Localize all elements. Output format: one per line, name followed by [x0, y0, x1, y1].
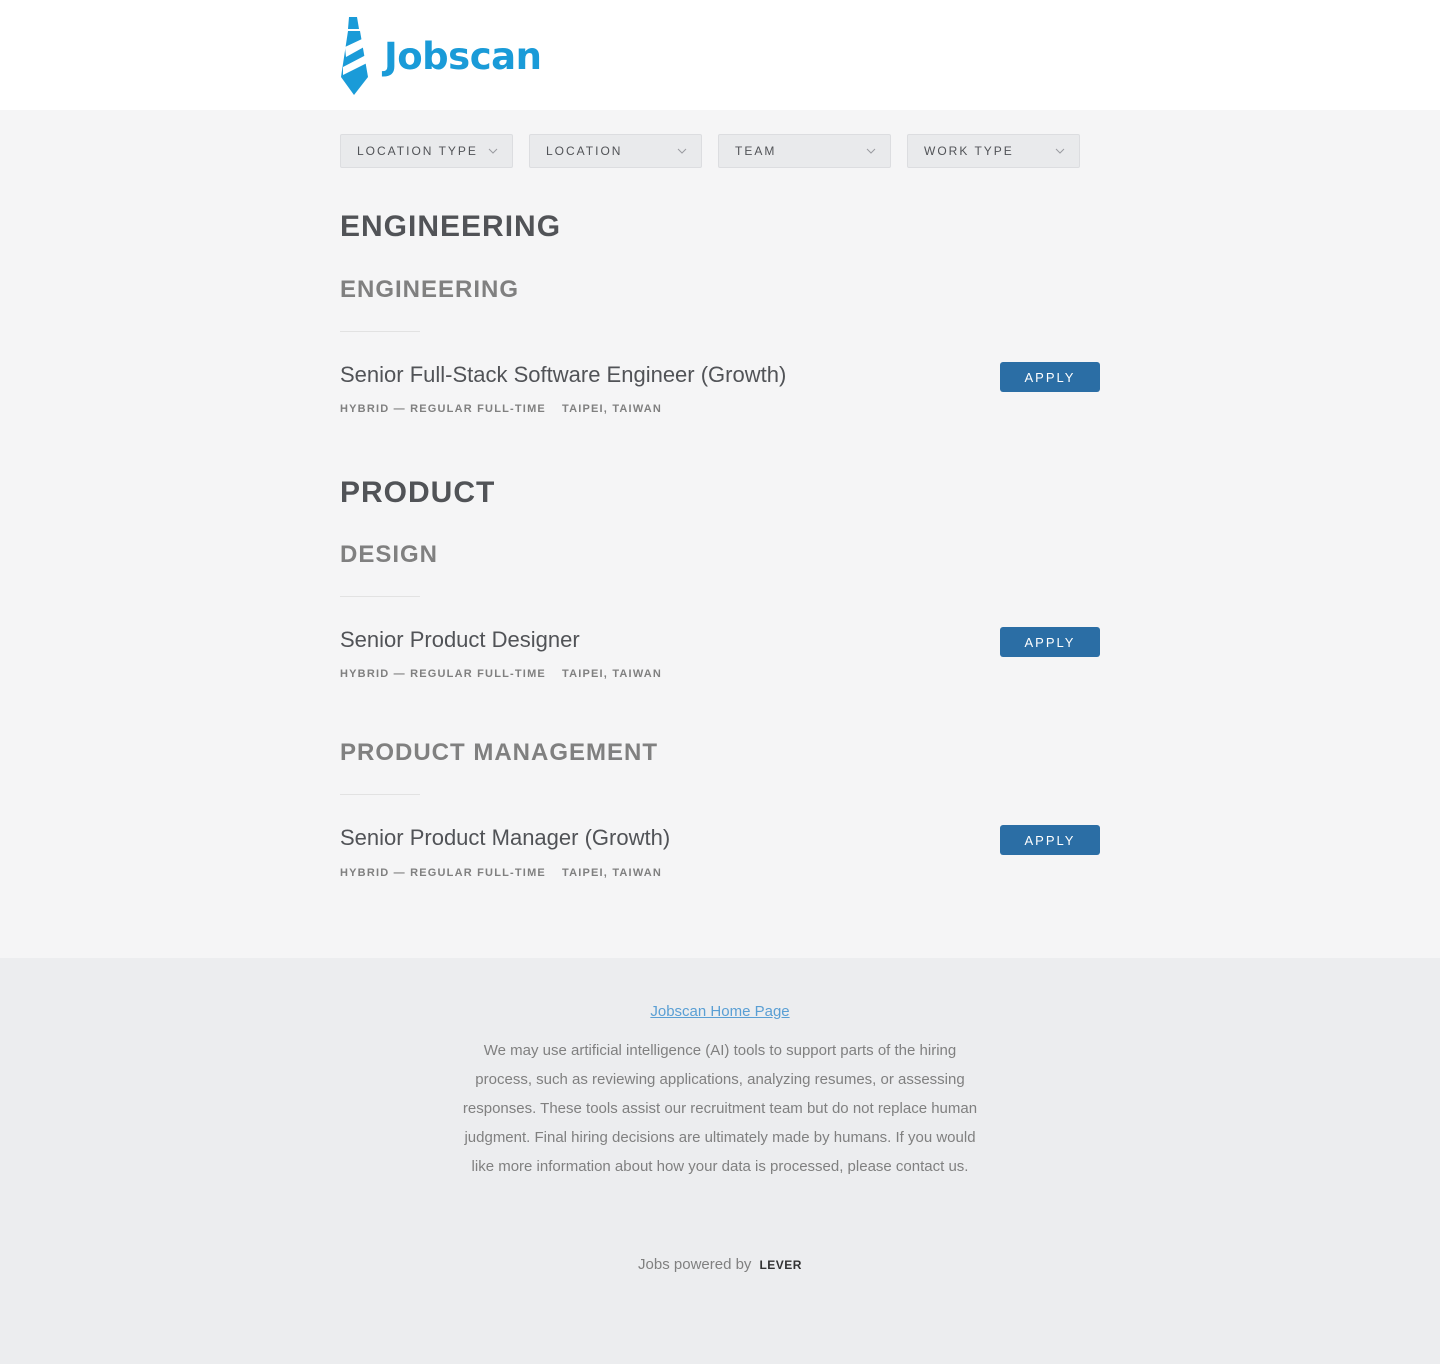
divider [340, 596, 420, 597]
divider [340, 331, 420, 332]
team-heading: ENGINEERING [340, 276, 520, 303]
home-page-link[interactable]: Jobscan Home Page [0, 1003, 1440, 1020]
job-meta: HYBRID — REGULAR FULL-TIME TAIPEI, TAIWA… [340, 668, 662, 680]
job-location: TAIPEI, TAIWAN [561, 403, 663, 415]
department-heading: PRODUCT [340, 476, 496, 509]
filter-team[interactable]: TEAM [718, 134, 891, 168]
chevron-down-icon [1055, 148, 1065, 154]
divider [340, 794, 420, 795]
job-location: TAIPEI, TAIWAN [561, 668, 663, 680]
job-commitment: HYBRID — REGULAR FULL-TIME [340, 668, 546, 680]
job-location: TAIPEI, TAIWAN [561, 867, 663, 879]
job-commitment: HYBRID — REGULAR FULL-TIME [340, 403, 546, 415]
site-header: Jobscan [0, 0, 1440, 110]
lever-logo[interactable]: LEVER [759, 1258, 802, 1272]
filter-label: WORK TYPE [924, 144, 1014, 158]
apply-button[interactable]: APPLY [1000, 825, 1100, 855]
filter-location-type[interactable]: LOCATION TYPE [340, 134, 513, 168]
team-heading: DESIGN [340, 541, 439, 568]
chevron-down-icon [677, 148, 687, 154]
job-title-link[interactable]: Senior Product Designer [340, 627, 580, 653]
filter-label: LOCATION [546, 144, 623, 158]
apply-button[interactable]: APPLY [1000, 362, 1100, 392]
chevron-down-icon [488, 148, 498, 154]
filter-label: TEAM [735, 144, 777, 158]
tie-icon [341, 17, 368, 95]
filter-label: LOCATION TYPE [357, 144, 478, 158]
powered-by-text: Jobs powered by [638, 1256, 752, 1273]
job-title-link[interactable]: Senior Product Manager (Growth) [340, 825, 670, 851]
powered-by: Jobs powered by LEVER [0, 1256, 1440, 1273]
department-heading: ENGINEERING [340, 210, 562, 243]
filter-work-type[interactable]: WORK TYPE [907, 134, 1080, 168]
jobscan-logo[interactable]: Jobscan [340, 17, 542, 95]
job-meta: HYBRID — REGULAR FULL-TIME TAIPEI, TAIWA… [340, 403, 662, 415]
job-commitment: HYBRID — REGULAR FULL-TIME [340, 867, 546, 879]
brand-name: Jobscan [384, 34, 542, 78]
chevron-down-icon [866, 148, 876, 154]
team-heading: PRODUCT MANAGEMENT [340, 739, 658, 766]
ai-disclaimer: We may use artificial intelligence (AI) … [462, 1042, 978, 1175]
job-title-link[interactable]: Senior Full-Stack Software Engineer (Gro… [340, 362, 786, 388]
apply-button[interactable]: APPLY [1000, 627, 1100, 657]
site-footer: Jobscan Home Page We may use artificial … [0, 958, 1440, 1364]
filter-location[interactable]: LOCATION [529, 134, 702, 168]
job-meta: HYBRID — REGULAR FULL-TIME TAIPEI, TAIWA… [340, 867, 662, 879]
filter-bar: LOCATION TYPE LOCATION TEAM WORK TYPE [340, 134, 1080, 168]
